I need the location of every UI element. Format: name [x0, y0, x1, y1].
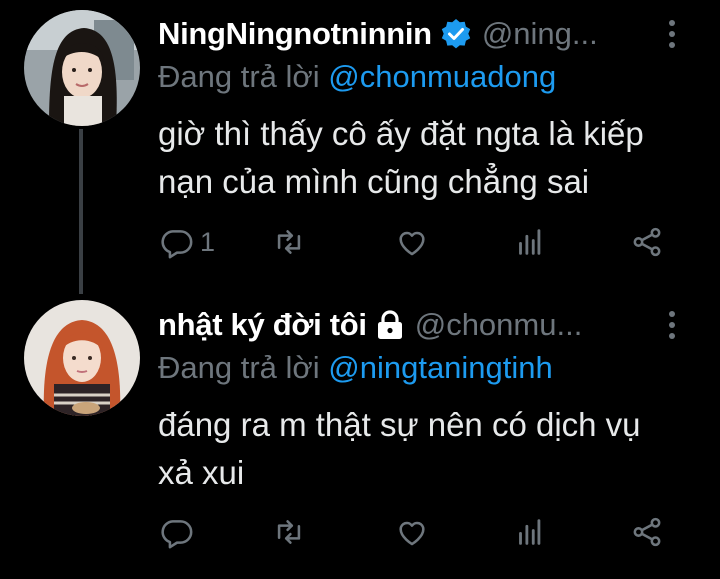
analytics-icon [519, 519, 541, 545]
tweet-text: đáng ra m thật sự nên có dịch vụ xả xui [158, 401, 703, 497]
tweet-2[interactable]: nhật ký đời tôi @chonmu... Đang trả lời … [0, 290, 720, 579]
share-button[interactable] [630, 222, 664, 262]
reply-button[interactable]: 1 [160, 222, 215, 262]
tweet-text-line: xả xui [158, 454, 245, 491]
reply-button[interactable] [160, 512, 200, 552]
analytics-button[interactable] [512, 222, 546, 262]
replying-to: Đang trả lời @ningtaningtinh [158, 350, 553, 386]
more-icon[interactable] [660, 14, 684, 54]
display-name[interactable]: NingNingnotninnin [158, 16, 432, 52]
reply-count: 1 [200, 226, 216, 257]
action-bar: 1 [0, 222, 720, 262]
share-icon [633, 517, 661, 547]
more-icon[interactable] [660, 305, 684, 345]
reply-icon [161, 230, 193, 259]
replying-prefix: Đang trả lời [158, 59, 320, 94]
replying-prefix: Đang trả lời [158, 350, 320, 385]
user-handle[interactable]: @ning... [482, 16, 598, 52]
reply-icon [161, 520, 193, 549]
tweet-header: nhật ký đời tôi @chonmu... [158, 305, 582, 345]
avatar[interactable] [24, 300, 140, 416]
tweet-text-line: giờ thì thấy cô ấy đặt ngta là kiếp [158, 115, 644, 152]
replying-to: Đang trả lời @chonmuadong [158, 59, 556, 95]
action-bar [0, 512, 720, 552]
replying-mention-link[interactable]: @chonmuadong [328, 59, 556, 94]
like-icon [399, 231, 425, 256]
verified-badge-icon [440, 18, 472, 50]
tweet-1[interactable]: NingNingnotninnin @ning... Đang trả lời … [0, 0, 720, 290]
tweet-text: giờ thì thấy cô ấy đặt ngta là kiếp nạn … [158, 110, 703, 206]
analytics-button[interactable] [512, 512, 546, 552]
like-button[interactable] [395, 512, 429, 552]
analytics-icon [519, 229, 541, 255]
retweet-icon [277, 520, 301, 544]
replying-mention-link[interactable]: @ningtaningtinh [328, 350, 553, 385]
user-handle[interactable]: @chonmu... [415, 307, 583, 343]
retweet-button[interactable] [272, 222, 306, 262]
lock-icon [375, 309, 405, 341]
like-button[interactable] [395, 222, 429, 262]
tweet-text-line: nạn của mình cũng chẳng sai [158, 163, 590, 200]
share-button[interactable] [630, 512, 664, 552]
tweet-header: NingNingnotninnin @ning... [158, 14, 598, 54]
like-icon [399, 521, 425, 546]
share-icon [633, 227, 661, 257]
tweet-text-line: đáng ra m thật sự nên có dịch vụ [158, 406, 641, 443]
display-name[interactable]: nhật ký đời tôi [158, 307, 367, 343]
avatar[interactable] [24, 10, 140, 126]
retweet-icon [277, 230, 301, 254]
retweet-button[interactable] [272, 512, 306, 552]
